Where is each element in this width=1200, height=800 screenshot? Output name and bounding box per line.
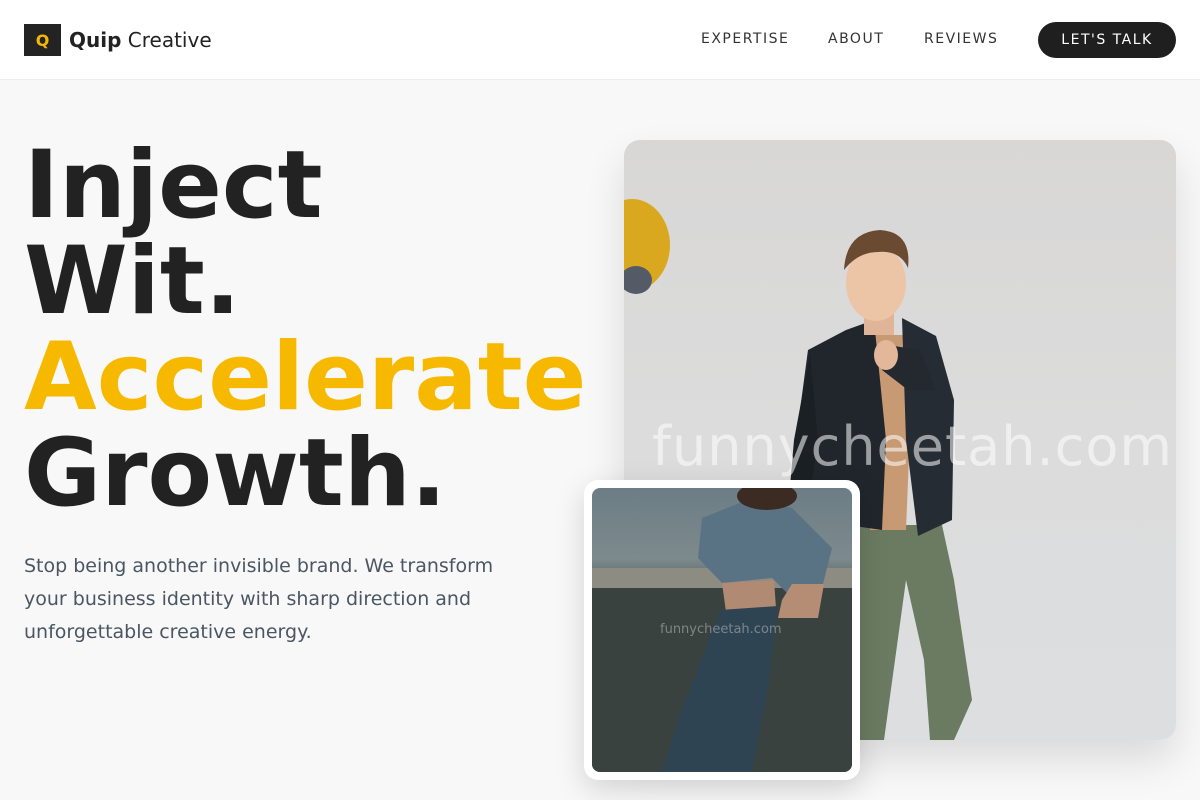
site-header: Q Quip Creative EXPERTISE ABOUT REVIEWS … [0,0,1200,80]
secondary-photo: funnycheetah.com [592,488,852,772]
headline-line-3-accent: Accelerate [24,323,587,432]
nav-link-about[interactable]: ABOUT [828,31,884,47]
nav-link-expertise[interactable]: EXPERTISE [701,31,789,47]
hero-headline: Inject Wit. Accelerate Growth. [24,138,586,522]
headline-line-2: Wit. [24,227,241,336]
woman-denim-illustration [592,488,852,772]
secondary-photo-card: funnycheetah.com [584,480,860,780]
logo-mark: Q [24,24,61,56]
headline-line-1: Inject [24,131,323,240]
logo-text: Quip Creative [69,28,212,52]
hero-subtitle: Stop being another invisible brand. We t… [24,555,494,643]
headline-line-4: Growth. [24,419,447,528]
logo[interactable]: Q Quip Creative [24,24,212,56]
nav-link-reviews[interactable]: REVIEWS [924,31,998,47]
logo-name-rest: Creative [127,28,212,52]
lets-talk-button[interactable]: LET'S TALK [1038,22,1176,58]
logo-name-bold: Quip [69,28,122,52]
